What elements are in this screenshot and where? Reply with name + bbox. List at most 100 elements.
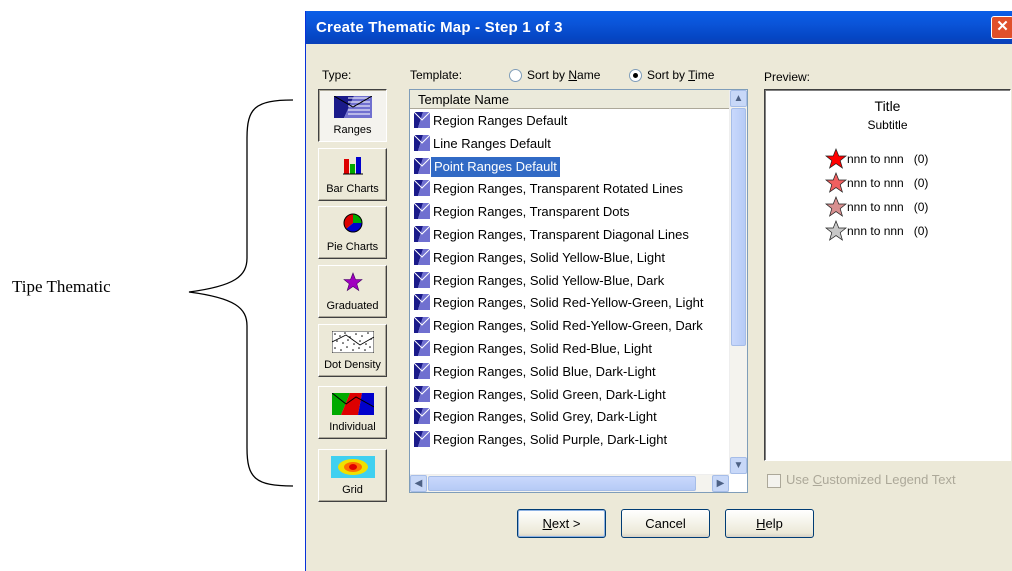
template-list[interactable]: Template Name Region Ranges Default Line …	[409, 89, 748, 493]
legend-row-label: nnn to nnn (0)	[847, 224, 929, 238]
template-row[interactable]: Region Ranges, Solid Red-Yellow-Green, L…	[412, 292, 730, 314]
template-row-label: Region Ranges, Transparent Diagonal Line…	[433, 227, 689, 242]
template-row[interactable]: Region Ranges, Solid Yellow-Blue, Dark	[412, 270, 730, 292]
template-row-label: Region Ranges, Transparent Dots	[433, 204, 630, 220]
horizontal-scrollbar[interactable]: ◀ ▶	[410, 474, 729, 492]
scroll-down-button[interactable]: ▼	[730, 457, 747, 474]
preview-panel: Title Subtitle nnn to nnn (0) nnn to nnn …	[764, 89, 1011, 461]
ranges-template-icon	[413, 430, 431, 451]
template-row-label: Region Ranges, Solid Blue, Dark-Light	[433, 363, 656, 379]
preview-title: Title	[874, 98, 901, 114]
template-row-label: Region Ranges Default	[433, 113, 568, 128]
template-row[interactable]: Region Ranges, Solid Blue, Dark-Light	[412, 361, 730, 383]
next-key: N	[542, 516, 552, 531]
annotation-label: Tipe Thematic	[12, 277, 111, 296]
template-row[interactable]: Region Ranges Default	[412, 110, 730, 132]
type-button-pie-charts[interactable]: Pie Charts	[318, 206, 387, 259]
template-row[interactable]: Region Ranges, Transparent Dots	[412, 201, 730, 223]
template-row-label: Region Ranges, Transparent Rotated Lines	[433, 181, 684, 197]
legend-star-icon	[825, 148, 847, 169]
ranges-template-icon	[413, 385, 431, 406]
pie-charts-icon	[343, 213, 363, 238]
template-row-label: Region Ranges, Solid Yellow-Blue, Dark	[433, 272, 665, 288]
sort-by-time-key: T	[688, 68, 696, 82]
template-row[interactable]: Point Ranges Default	[412, 156, 730, 178]
template-row[interactable]: Region Ranges, Solid Yellow-Blue, Light	[412, 247, 730, 269]
sort-by-name-rest: ame	[577, 68, 601, 82]
individual-icon	[331, 392, 374, 420]
scroll-up-button[interactable]: ▲	[730, 90, 747, 107]
legend-star-icon	[825, 172, 847, 193]
create-thematic-map-dialog: Create Thematic Map - Step 1 of 3 ✕ Type…	[305, 11, 1012, 571]
type-label-grid: Grid	[342, 484, 363, 496]
ranges-template-icon	[413, 111, 431, 132]
next-button[interactable]: Next >	[517, 509, 606, 538]
ranges-template-icon	[413, 134, 431, 155]
ranges-template-icon	[413, 248, 431, 269]
close-button[interactable]: ✕	[991, 16, 1012, 39]
template-name-column-header[interactable]: Template Name	[410, 90, 730, 109]
annotation-brace	[188, 99, 294, 487]
template-row-label: Region Ranges, Solid Red-Blue, Light	[433, 341, 652, 356]
type-button-individual[interactable]: Individual	[318, 386, 387, 439]
ranges-template-icon	[413, 271, 431, 292]
help-key: H	[756, 516, 766, 531]
type-label-bar-charts: Bar Charts	[326, 183, 379, 195]
close-icon: ✕	[996, 18, 1009, 35]
ranges-template-icon	[413, 157, 431, 178]
template-row-label: Line Ranges Default	[433, 135, 551, 151]
type-button-bar-charts[interactable]: Bar Charts	[318, 148, 387, 201]
ranges-template-icon	[413, 225, 431, 246]
ranges-template-icon	[413, 339, 431, 360]
template-row[interactable]: Region Ranges, Solid Purple, Dark-Light	[412, 429, 730, 451]
customized-legend-rest: ustomized Legend Text	[822, 472, 956, 487]
type-label-pie-charts: Pie Charts	[326, 241, 379, 253]
next-rest: ext >	[551, 516, 581, 531]
help-rest: elp	[765, 516, 783, 531]
type-label-dot-density: Dot Density	[324, 359, 381, 371]
template-row-label: Region Ranges, Solid Red-Yellow-Green, L…	[433, 295, 704, 311]
scroll-left-button[interactable]: ◀	[410, 475, 427, 492]
graduated-icon	[342, 272, 363, 297]
template-label: Template:	[410, 68, 463, 82]
vertical-scroll-thumb[interactable]	[731, 108, 746, 346]
cancel-button[interactable]: Cancel	[621, 509, 710, 538]
template-row[interactable]: Region Ranges, Solid Grey, Dark-Light	[412, 406, 730, 428]
sort-by-time-rest: ime	[695, 68, 715, 82]
horizontal-scroll-thumb[interactable]	[428, 476, 696, 491]
sort-by-name-label[interactable]: Sort by Name	[527, 68, 600, 82]
type-button-graduated[interactable]: Graduated	[318, 265, 387, 318]
sort-by-time-label[interactable]: Sort by Time	[647, 68, 714, 82]
legend-row-label: nnn to nnn (0)	[847, 200, 929, 214]
template-row[interactable]: Region Ranges, Transparent Diagonal Line…	[412, 224, 730, 246]
preview-label: Preview:	[764, 70, 811, 84]
ranges-template-icon	[413, 408, 431, 428]
sort-by-name-prefix: Sort by	[527, 68, 569, 82]
dot-density-icon	[331, 330, 374, 358]
legend-row-label: nnn to nnn (0)	[847, 176, 929, 190]
template-row-label: Region Ranges, Solid Purple, Dark-Light	[433, 432, 668, 448]
template-row-label: Region Ranges, Solid Yellow-Blue, Light	[433, 249, 665, 265]
type-button-dot-density[interactable]: Dot Density	[318, 324, 387, 377]
template-row[interactable]: Region Ranges, Solid Red-Blue, Light	[412, 338, 730, 360]
template-row[interactable]: Region Ranges, Solid Red-Yellow-Green, D…	[412, 315, 730, 337]
title-bar[interactable]: Create Thematic Map - Step 1 of 3 ✕	[306, 11, 1012, 44]
template-row[interactable]: Line Ranges Default	[412, 133, 730, 155]
template-row[interactable]: Region Ranges, Transparent Rotated Lines	[412, 178, 730, 200]
type-button-ranges[interactable]: Ranges	[318, 89, 387, 142]
help-button[interactable]: Help	[725, 509, 814, 538]
sort-by-name-key: N	[568, 68, 578, 82]
sort-by-name-radio[interactable]	[509, 69, 522, 82]
type-label: Type:	[322, 68, 352, 82]
customized-legend-key: C	[812, 472, 823, 487]
scroll-right-button[interactable]: ▶	[712, 475, 729, 492]
template-row-label: Region Ranges, Solid Grey, Dark-Light	[433, 409, 657, 425]
ranges-template-icon	[413, 180, 431, 200]
use-customized-legend-checkbox[interactable]	[767, 474, 781, 488]
sort-by-time-radio[interactable]	[629, 69, 642, 82]
template-row[interactable]: Region Ranges, Solid Green, Dark-Light	[412, 384, 730, 406]
type-button-grid[interactable]: Grid	[318, 449, 387, 502]
vertical-scrollbar[interactable]: ▲ ▼	[729, 90, 747, 474]
ranges-template-icon	[413, 202, 431, 223]
ranges-icon	[333, 95, 372, 123]
